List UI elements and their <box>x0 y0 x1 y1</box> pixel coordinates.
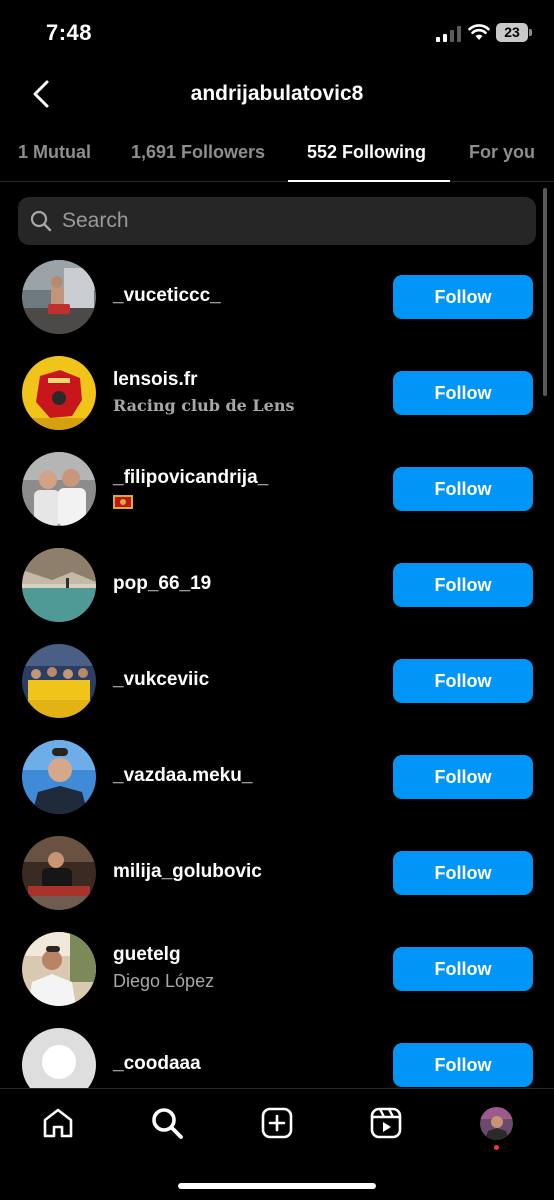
status-bar: 7:48 23 <box>0 0 554 66</box>
wifi-icon <box>468 24 490 40</box>
username[interactable]: guetelg <box>113 944 214 966</box>
user-names: milija_golubovic <box>113 824 262 920</box>
tab-following[interactable]: 552 Following <box>307 142 426 163</box>
home-icon[interactable] <box>41 1106 75 1140</box>
avatar[interactable] <box>22 740 96 814</box>
avatar[interactable] <box>22 548 96 622</box>
battery-indicator: 23 <box>496 23 532 42</box>
active-tab-indicator <box>288 180 450 182</box>
notification-dot <box>494 1145 499 1150</box>
list-item[interactable]: _vazdaa.meku_ Follow <box>0 728 554 824</box>
follow-button[interactable]: Follow <box>393 755 533 799</box>
follow-button[interactable]: Follow <box>393 1043 533 1087</box>
battery-level: 23 <box>496 23 528 42</box>
page-title: andrijabulatovic8 <box>190 82 364 105</box>
user-names: _vuceticcc_ <box>113 248 221 344</box>
cellular-signal-icon <box>436 26 461 42</box>
username[interactable]: _vazdaa.meku_ <box>113 765 252 787</box>
user-names: _vazdaa.meku_ <box>113 728 252 824</box>
full-name: Diego López <box>113 971 215 991</box>
follow-button[interactable]: Follow <box>393 275 533 319</box>
tab-followers[interactable]: 1,691 Followers <box>131 142 265 163</box>
follow-button[interactable]: Follow <box>393 851 533 895</box>
search-icon[interactable] <box>150 1106 184 1140</box>
follow-button[interactable]: Follow <box>393 563 533 607</box>
list-item[interactable]: milija_golubovic Follow <box>0 824 554 920</box>
profile-avatar[interactable] <box>480 1107 513 1140</box>
list-item[interactable]: _vuceticcc_ Follow <box>0 248 554 344</box>
list-item[interactable]: pop_66_19 Follow <box>0 536 554 632</box>
battery-tip <box>529 29 532 36</box>
reels-icon[interactable] <box>369 1106 403 1140</box>
montenegro-flag-icon <box>113 495 133 509</box>
username[interactable]: lensois.fr <box>113 369 294 391</box>
user-names: lensois.fr Racing club de Lens <box>113 344 294 440</box>
avatar[interactable] <box>22 836 96 910</box>
tab-mutual[interactable]: 1 Mutual <box>18 142 91 163</box>
username[interactable]: pop_66_19 <box>113 573 211 595</box>
top-bar: andrijabulatovic8 <box>0 66 554 124</box>
follow-button[interactable]: Follow <box>393 947 533 991</box>
list-item[interactable]: _coodaaa Follow <box>0 1016 554 1088</box>
avatar[interactable] <box>22 452 96 526</box>
user-names: pop_66_19 <box>113 536 211 632</box>
follow-tabs: 1 Mutual 1,691 Followers 552 Following F… <box>0 128 554 182</box>
avatar[interactable] <box>22 644 96 718</box>
user-names: _coodaaa <box>113 1016 201 1088</box>
avatar[interactable] <box>22 260 96 334</box>
user-names: _filipovicandrija_ <box>113 440 268 536</box>
username[interactable]: _filipovicandrija_ <box>113 467 268 489</box>
follow-button[interactable]: Follow <box>393 371 533 415</box>
username[interactable]: _vukceviic <box>113 669 209 691</box>
follow-button[interactable]: Follow <box>393 467 533 511</box>
username[interactable]: _coodaaa <box>113 1053 201 1075</box>
username[interactable]: milija_golubovic <box>113 861 262 883</box>
user-names: _vukceviic <box>113 632 209 728</box>
user-names: guetelg Diego López <box>113 920 214 1016</box>
list-item[interactable]: _vukceviic Follow <box>0 632 554 728</box>
list-item[interactable]: _filipovicandrija_ Follow <box>0 440 554 536</box>
search-icon <box>30 210 52 232</box>
home-indicator <box>178 1183 376 1189</box>
following-list: _vuceticcc_ Follow lensois.fr Racing clu… <box>0 248 554 1088</box>
follow-button[interactable]: Follow <box>393 659 533 703</box>
create-post-icon[interactable] <box>260 1106 294 1140</box>
search-input[interactable] <box>62 197 522 245</box>
avatar[interactable] <box>22 1028 96 1088</box>
avatar[interactable] <box>22 356 96 430</box>
search-bar[interactable] <box>18 197 536 245</box>
username[interactable]: _vuceticcc_ <box>113 285 221 307</box>
full-name: Racing club de Lens <box>113 396 295 415</box>
list-item[interactable]: lensois.fr Racing club de Lens Follow <box>0 344 554 440</box>
status-time: 7:48 <box>46 20 93 45</box>
avatar[interactable] <box>22 932 96 1006</box>
list-item[interactable]: guetelg Diego López Follow <box>0 920 554 1016</box>
tab-for-you[interactable]: For you <box>469 142 535 163</box>
